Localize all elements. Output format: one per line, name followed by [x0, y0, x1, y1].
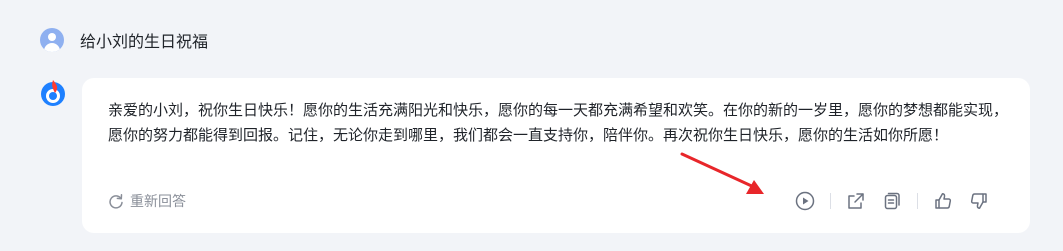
thumbs-down-button[interactable]: [968, 190, 990, 212]
copy-button[interactable]: [881, 190, 903, 212]
play-icon: [795, 191, 815, 211]
answer-actions: [794, 190, 990, 212]
refresh-icon: [109, 194, 123, 209]
share-icon: [848, 193, 864, 209]
user-message-text: 给小刘的生日祝福: [80, 32, 209, 51]
user-avatar-icon: [40, 28, 64, 52]
thumbs-up-icon: [935, 193, 952, 209]
copy-icon: [884, 192, 900, 210]
play-button[interactable]: [794, 190, 816, 212]
actions-divider: [917, 193, 918, 209]
regenerate-button[interactable]: 重新回答: [108, 191, 186, 211]
answer-text: 亲爱的小刘，祝你生日快乐！愿你的生活充满阳光和快乐，愿你的每一天都充满希望和欢笑…: [108, 101, 1009, 144]
regenerate-label: 重新回答: [130, 194, 186, 210]
share-button[interactable]: [845, 190, 867, 212]
bot-logo-icon: [38, 78, 68, 108]
thumbs-down-icon: [970, 193, 987, 209]
user-message-row: 给小刘的生日祝福: [40, 28, 208, 52]
thumbs-up-button[interactable]: [932, 190, 954, 212]
actions-divider: [830, 193, 831, 209]
answer-card: 亲爱的小刘，祝你生日快乐！愿你的生活充满阳光和快乐，愿你的每一天都充满希望和欢笑…: [82, 78, 1030, 233]
